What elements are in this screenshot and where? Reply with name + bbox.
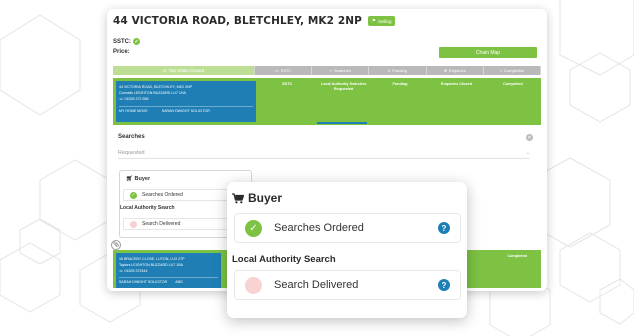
chevron-down-icon: ⌄ [525, 150, 530, 156]
property-card-phone: ☏ 01525 372444 [119, 269, 148, 273]
status-searches[interactable]: Local Authority Searches Requested [315, 82, 371, 92]
stage-label: Completion [504, 68, 525, 73]
stage-label: Top Chain Closed [168, 68, 205, 73]
search-icon: ⌕ [329, 68, 332, 73]
pending-circle-icon [245, 276, 262, 294]
sstc-row: SSTC: ✓ [113, 38, 140, 45]
active-column-indicator [317, 122, 367, 124]
zoom-search-delivered-item[interactable]: Search Delivered ? [234, 270, 461, 300]
stage-label: Searches [333, 68, 351, 73]
searches-status-dropdown[interactable]: Requested ⌄ [118, 150, 530, 159]
sstc-stage-icon: ▭ [274, 68, 279, 73]
property-card[interactable]: 44 VICTORIA ROAD, BLETCHLEY, MK2 2NP Con… [116, 81, 256, 122]
stage-label: Enquiries [449, 68, 466, 73]
item-label: Search Delivered [142, 221, 181, 227]
zoomed-buyer-panel: Buyer ✓ Searches Ordered ? Local Authori… [227, 182, 467, 318]
close-icon[interactable]: ✕ [526, 134, 533, 141]
envelope-icon: ✉ [443, 68, 448, 73]
cart-icon: 🛒︎ [126, 176, 135, 182]
zoom-searches-ordered-item[interactable]: ✓ Searches Ordered ? [234, 213, 461, 243]
selling-badge: ⚑ Selling [367, 16, 396, 26]
chain-map-button[interactable]: Chain Map [439, 47, 537, 58]
stage-funding[interactable]: £ Funding [369, 66, 427, 75]
status-enquiries: Enquiries Closed [440, 82, 472, 86]
pending-circle-icon [130, 220, 137, 228]
help-icon[interactable]: ? [438, 279, 450, 291]
help-icon[interactable]: ? [438, 222, 450, 234]
buyer-heading: 🛒︎ Buyer [126, 176, 151, 182]
searches-section-title: Searches [118, 134, 145, 140]
check-icon: ✓ [245, 219, 262, 237]
property-contact-right[interactable]: ABG [175, 279, 183, 285]
check-icon: ✓ [130, 191, 137, 199]
item-label: Search Delivered [274, 279, 359, 291]
status-completion: Completed [503, 82, 523, 86]
status-completion: Completed [507, 254, 527, 258]
zoom-local-authority-heading: Local Authority Search [232, 254, 336, 265]
sstc-check-icon: ✓ [133, 38, 140, 45]
sstc-label: SSTC: [113, 38, 131, 45]
dropdown-value: Requested [118, 150, 145, 156]
stage-label: SSTC [280, 68, 292, 73]
item-label: Searches Ordered [142, 192, 183, 198]
header-row: 44 VICTORIA ROAD, BLETCHLEY, MK2 2NP ⚑ S… [113, 15, 396, 27]
stage-label: Funding [392, 68, 407, 73]
cart-icon [232, 192, 244, 203]
stage-sstc[interactable]: ▭ SSTC [255, 66, 313, 75]
attachment-icon[interactable]: 📎︎ [111, 240, 121, 250]
stage-completion[interactable]: ⌂ Completion [483, 66, 542, 75]
property-card-2[interactable]: 16 BRACEBY CLOSE, LUTON, LU3 2TP Taylors… [116, 253, 221, 288]
property-status-columns: SSTC Local Authority Searches Requested … [259, 82, 541, 92]
zoom-buyer-heading: Buyer [232, 191, 282, 205]
stage-enquiries[interactable]: ✉ Enquiries [426, 66, 484, 75]
money-icon: £ [388, 68, 391, 73]
stage-top-chain-closed[interactable]: ⊙ Top Chain Closed [113, 66, 255, 75]
status-funding: Funding [392, 82, 408, 86]
chain-property-row[interactable]: 44 VICTORIA ROAD, BLETCHLEY, MK2 2NP Con… [113, 78, 541, 125]
selling-badge-label: Selling [377, 18, 392, 24]
progress-stages-bar: ⊙ Top Chain Closed ▭ SSTC ⌕ Searches £ F… [113, 66, 542, 75]
flag-icon: ⚑ [371, 18, 376, 23]
stage-searches[interactable]: ⌕ Searches [312, 66, 370, 75]
local-authority-heading: Local Authority Search [120, 205, 175, 211]
property-card-phone: ☏ 01525 372 555 [119, 97, 149, 101]
status-sstc: SSTC [282, 82, 293, 86]
check-circle-icon: ⊙ [162, 67, 167, 73]
price-label: Price: [113, 49, 130, 55]
property-contact-left[interactable]: SARAH DWIGHT SOLICITOR [119, 279, 167, 285]
property-address-title: 44 VICTORIA ROAD, BLETCHLEY, MK2 2NP [113, 15, 362, 27]
home-icon: ⌂ [499, 68, 502, 73]
property-contact-left[interactable]: MY HOME MOVE [119, 108, 148, 114]
item-label: Searches Ordered [274, 222, 364, 234]
property-contact-right[interactable]: SARAH DWIGHT SOLICITOR [162, 108, 210, 114]
zoom-buyer-label: Buyer [248, 191, 283, 205]
